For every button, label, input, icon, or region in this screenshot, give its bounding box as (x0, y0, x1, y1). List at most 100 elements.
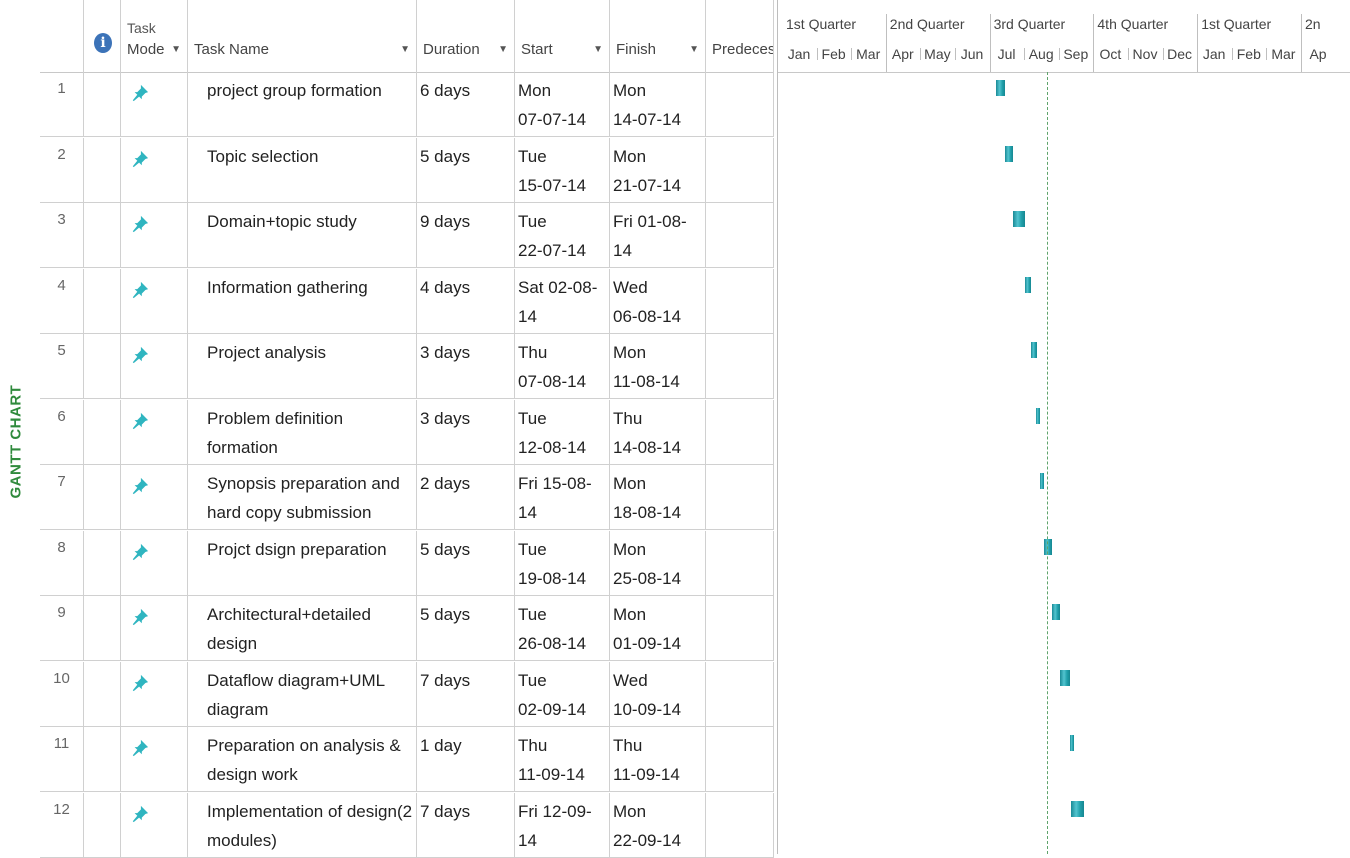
table-row[interactable]: 8 Projct dsign preparation 5 days Tue 19-08-… (40, 530, 774, 596)
start-cell[interactable]: Tue 02-09-14 (515, 661, 610, 726)
table-row[interactable]: 10 Dataflow diagram+UML diagram 7 days Tue 02… (40, 661, 774, 727)
task-mode-cell[interactable] (121, 530, 188, 595)
task-name-cell[interactable]: Synopsis preparation and hard copy submis… (188, 465, 417, 529)
gantt-bar[interactable] (1005, 145, 1014, 162)
start-cell[interactable]: Fri 15-08-14 (515, 465, 610, 529)
gantt-bar[interactable] (1059, 669, 1071, 686)
finish-cell[interactable]: Thu 11-09-14 (610, 727, 706, 791)
indicator-cell[interactable] (84, 334, 121, 398)
task-name-cell[interactable]: Dataflow diagram+UML diagram (188, 661, 417, 726)
task-name-cell[interactable]: Projct dsign preparation (188, 530, 417, 595)
duration-cell[interactable]: 5 days (417, 596, 515, 660)
predecessors-cell[interactable] (706, 334, 774, 398)
task-mode-cell[interactable] (121, 727, 188, 791)
finish-cell[interactable]: Mon 25-08-14 (610, 530, 706, 595)
indicator-cell[interactable] (84, 792, 121, 857)
indicator-cell[interactable] (84, 137, 121, 202)
row-id[interactable]: 1 (40, 72, 84, 136)
predecessors-cell[interactable] (706, 596, 774, 660)
predecessors-cell[interactable] (706, 727, 774, 791)
task-mode-cell[interactable] (121, 72, 188, 136)
start-cell[interactable]: Tue 15-07-14 (515, 137, 610, 202)
task-mode-cell[interactable] (121, 792, 188, 857)
task-mode-cell[interactable] (121, 596, 188, 660)
task-name-cell[interactable]: Project analysis (188, 334, 417, 398)
duration-cell[interactable]: 3 days (417, 334, 515, 398)
finish-cell[interactable]: Mon 22-09-14 (610, 792, 706, 857)
indicator-cell[interactable] (84, 268, 121, 333)
start-cell[interactable]: Mon 07-07-14 (515, 72, 610, 136)
gantt-bar[interactable] (1071, 800, 1085, 817)
finish-cell[interactable]: Mon 21-07-14 (610, 137, 706, 202)
table-row[interactable]: 11 Preparation on analysis & design work 1 … (40, 727, 774, 792)
duration-cell[interactable]: 7 days (417, 792, 515, 857)
row-id[interactable]: 5 (40, 334, 84, 398)
row-id[interactable]: 6 (40, 399, 84, 464)
predecessors-cell[interactable] (706, 137, 774, 202)
duration-cell[interactable]: 6 days (417, 72, 515, 136)
indicators-header[interactable]: i (84, 0, 121, 72)
predecessors-cell[interactable] (706, 661, 774, 726)
predecessors-cell[interactable] (706, 268, 774, 333)
chevron-down-icon[interactable]: ▼ (171, 44, 181, 55)
duration-cell[interactable]: 7 days (417, 661, 515, 726)
duration-cell[interactable]: 4 days (417, 268, 515, 333)
duration-cell[interactable]: 1 day (417, 727, 515, 791)
task-name-cell[interactable]: Implementation of design(2 modules) (188, 792, 417, 857)
chevron-down-icon[interactable]: ▼ (593, 44, 603, 55)
row-id[interactable]: 10 (40, 661, 84, 726)
finish-header[interactable]: Finish ▼ (610, 0, 706, 72)
table-row[interactable]: 3 Domain+topic study 9 days Tue 22-07-14 Fri … (40, 203, 774, 268)
task-mode-cell[interactable] (121, 661, 188, 726)
start-cell[interactable]: Fri 12-09-14 (515, 792, 610, 857)
task-name-cell[interactable]: Problem definition formation (188, 399, 417, 464)
gantt-bar[interactable] (1044, 538, 1053, 555)
task-name-cell[interactable]: Topic selection (188, 137, 417, 202)
predecessors-cell[interactable] (706, 792, 774, 857)
start-header[interactable]: Start ▼ (515, 0, 610, 72)
task-mode-cell[interactable] (121, 399, 188, 464)
indicator-cell[interactable] (84, 727, 121, 791)
row-id[interactable]: 9 (40, 596, 84, 660)
gantt-bar[interactable] (1013, 211, 1026, 227)
task-name-cell[interactable]: project group formation (188, 72, 417, 136)
finish-cell[interactable]: Thu 14-08-14 (610, 399, 706, 464)
finish-cell[interactable]: Wed 06-08-14 (610, 268, 706, 333)
duration-cell[interactable]: 5 days (417, 530, 515, 595)
indicator-cell[interactable] (84, 530, 121, 595)
table-row[interactable]: 6 Problem definition formation 3 days Tue 12-… (40, 399, 774, 465)
predecessors-cell[interactable] (706, 399, 774, 464)
start-cell[interactable]: Tue 26-08-14 (515, 596, 610, 660)
gantt-bar[interactable] (1030, 342, 1037, 358)
finish-cell[interactable]: Mon 14-07-14 (610, 72, 706, 136)
chevron-down-icon[interactable]: ▼ (400, 44, 410, 55)
task-name-cell[interactable]: Information gathering (188, 268, 417, 333)
row-id[interactable]: 11 (40, 727, 84, 791)
table-row[interactable]: 12 Implementation of design(2 modules) 7 da… (40, 792, 774, 858)
finish-cell[interactable]: Fri 01-08-14 (610, 203, 706, 267)
finish-cell[interactable]: Mon 11-08-14 (610, 334, 706, 398)
duration-cell[interactable]: 5 days (417, 137, 515, 202)
gantt-bar[interactable] (1039, 473, 1045, 489)
gantt-bar[interactable] (1052, 604, 1060, 620)
gantt-bar[interactable] (996, 80, 1006, 96)
table-row[interactable]: 2 Topic selection 5 days Tue 15-07-14 Mon 21-0… (40, 137, 774, 203)
start-cell[interactable]: Tue 12-08-14 (515, 399, 610, 464)
indicator-cell[interactable] (84, 661, 121, 726)
finish-cell[interactable]: Mon 01-09-14 (610, 596, 706, 660)
task-name-header[interactable]: Task Name ▼ (188, 0, 417, 72)
table-row[interactable]: 1 project group formation 6 days Mon 07-07-1… (40, 72, 774, 137)
start-cell[interactable]: Thu 11-09-14 (515, 727, 610, 791)
duration-cell[interactable]: 2 days (417, 465, 515, 529)
table-row[interactable]: 4 Information gathering 4 days Sat 02-08-14… (40, 268, 774, 334)
predecessors-cell[interactable] (706, 465, 774, 529)
task-mode-cell[interactable] (121, 137, 188, 202)
task-mode-cell[interactable] (121, 203, 188, 267)
indicator-cell[interactable] (84, 72, 121, 136)
indicator-cell[interactable] (84, 203, 121, 267)
finish-cell[interactable]: Mon 18-08-14 (610, 465, 706, 529)
table-row[interactable]: 7 Synopsis preparation and hard copy submi… (40, 465, 774, 530)
table-row[interactable]: 5 Project analysis 3 days Thu 07-08-14 Mon 11-… (40, 334, 774, 399)
chevron-down-icon[interactable]: ▼ (689, 44, 699, 55)
row-id-header[interactable] (40, 0, 84, 72)
